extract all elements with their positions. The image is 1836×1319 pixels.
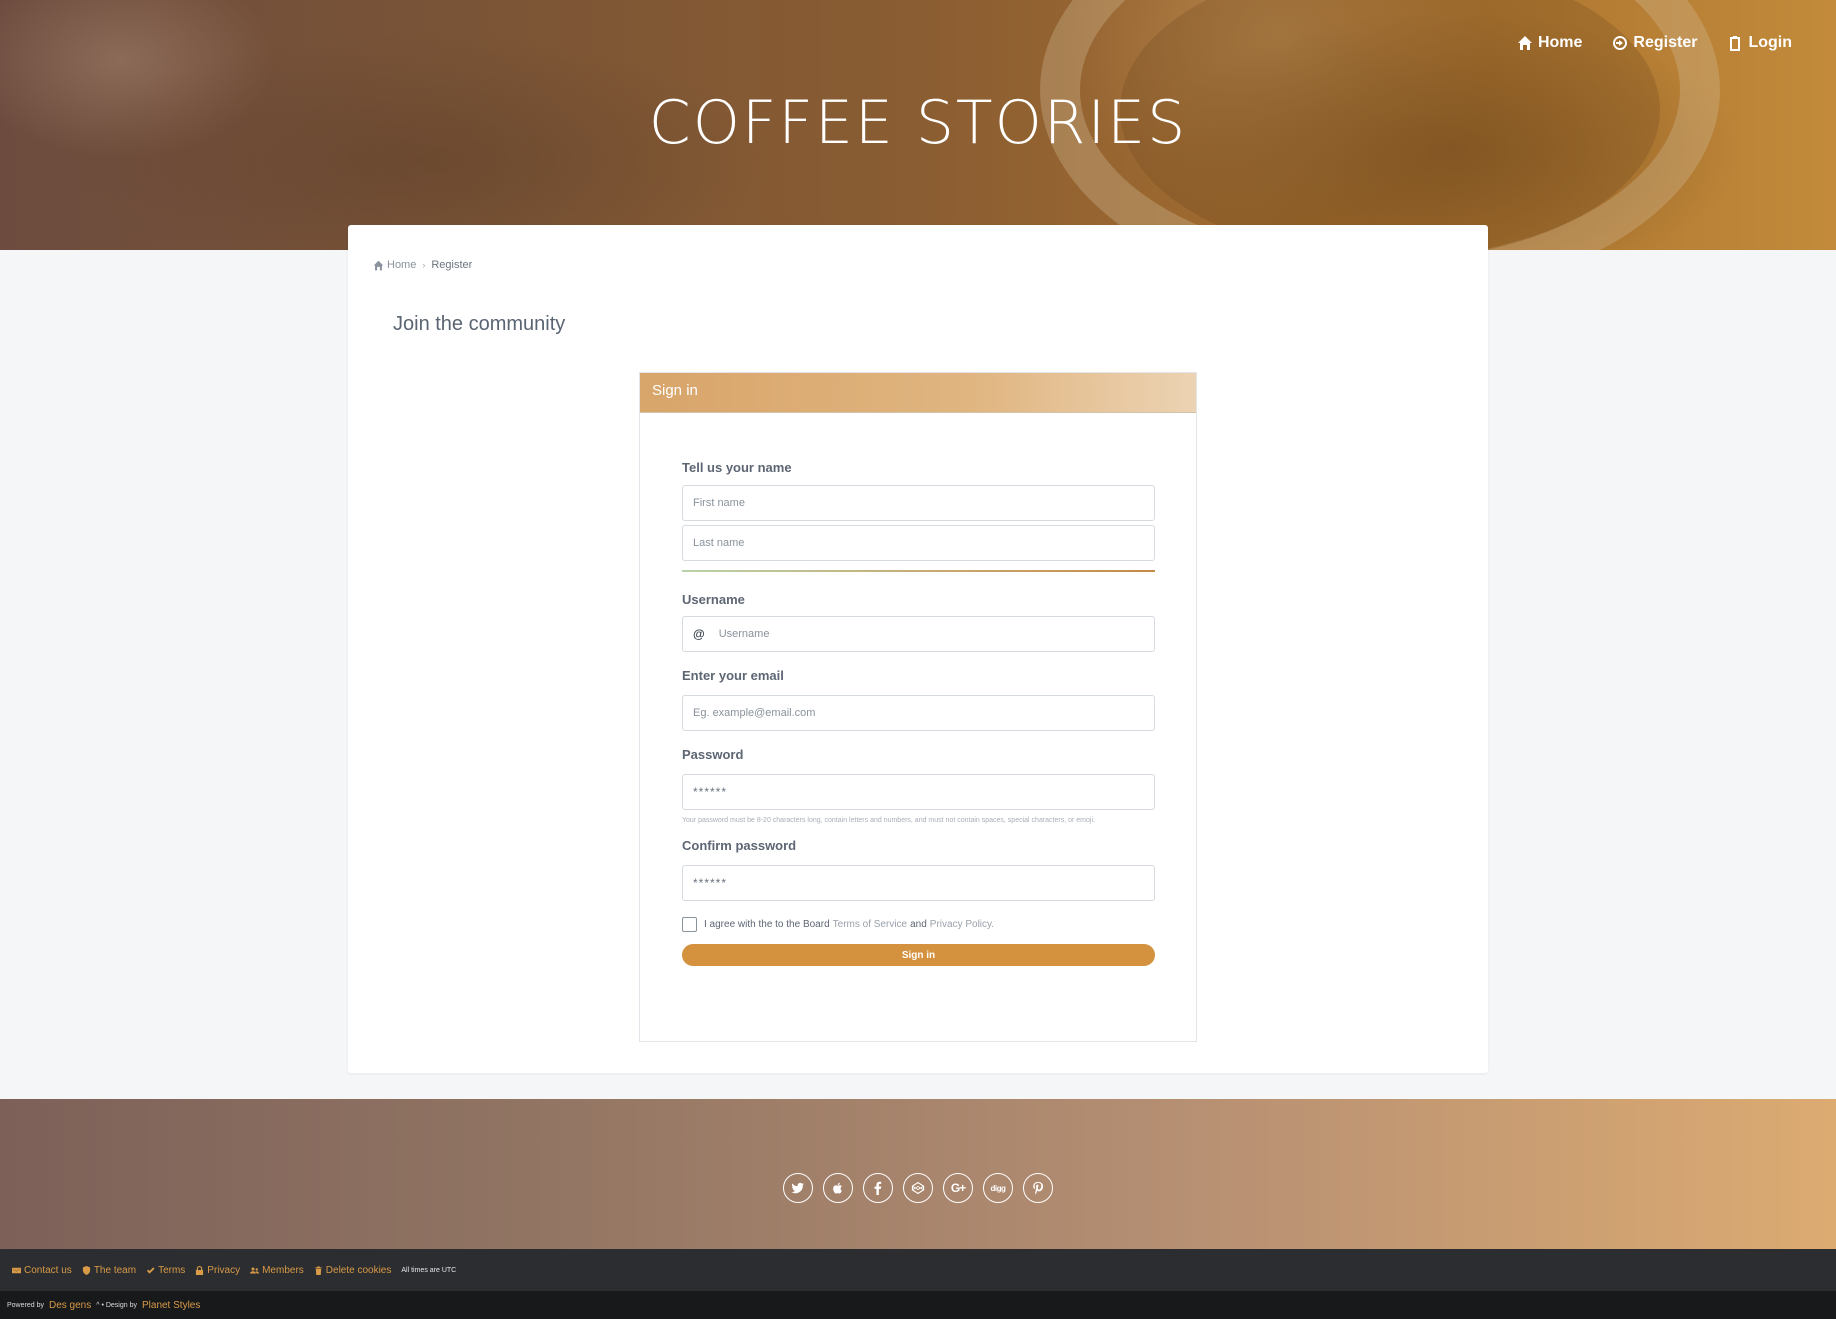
card-header: Sign in (640, 373, 1196, 413)
breadcrumb: Home › Register (373, 259, 472, 271)
timezone-note: All times are UTC (401, 1266, 457, 1274)
confirm-password-label: Confirm password (682, 838, 797, 853)
powered-by-text: Powered by (7, 1301, 44, 1309)
at-icon: @ (693, 627, 705, 641)
name-label: Tell us your name (682, 460, 792, 475)
credits-bar: Powered by Des gens ^ • Design by Planet… (0, 1291, 1836, 1319)
breadcrumb-current[interactable]: Register (431, 259, 472, 271)
email-input[interactable]: Eg. example@email.com (682, 695, 1155, 731)
delete-cookies-link[interactable]: Delete cookies (314, 1264, 392, 1276)
register-form: Tell us your name First name Last name U… (682, 460, 1155, 966)
nav-register-label: Register (1633, 34, 1698, 51)
contact-us-link[interactable]: Contact us (12, 1265, 72, 1276)
shield-icon (82, 1265, 90, 1275)
powered-by-link[interactable]: Des gens (49, 1300, 91, 1311)
nav-login-link[interactable]: Login (1727, 34, 1792, 52)
trash-icon (315, 1265, 322, 1275)
username-input[interactable]: @ Username (682, 616, 1155, 652)
contact-us-label: Contact us (24, 1264, 72, 1276)
terms-link-footer[interactable]: Terms (146, 1265, 185, 1276)
facebook-icon[interactable] (863, 1173, 893, 1203)
main-panel: Home › Register Join the community Sign … (348, 225, 1488, 1073)
password-hint: Your password must be 8-20 characters lo… (682, 817, 1095, 824)
design-by-link[interactable]: Planet Styles (142, 1300, 200, 1311)
last-name-input[interactable]: Last name (682, 525, 1155, 561)
members-label: Members (262, 1264, 304, 1276)
the-team-label: The team (93, 1264, 137, 1276)
section-divider (682, 570, 1155, 572)
confirm-password-input[interactable]: ****** (682, 865, 1155, 901)
username-label: Username (682, 592, 745, 607)
agree-checkbox[interactable] (682, 917, 697, 932)
breadcrumb-home-link[interactable]: Home (373, 259, 416, 271)
lock-icon (196, 1265, 204, 1275)
apple-icon[interactable] (823, 1173, 853, 1203)
terms-agreement: I agree with the to the Board Terms of S… (682, 917, 1155, 932)
agree-and-text: and (910, 919, 927, 930)
circle-arrow-icon (1613, 36, 1628, 50)
sign-in-button[interactable]: Sign in (682, 944, 1155, 966)
home-icon (373, 260, 384, 270)
users-icon (250, 1267, 260, 1273)
privacy-label: Privacy (207, 1264, 241, 1276)
google-plus-icon[interactable]: G+ (943, 1173, 973, 1203)
home-icon (1517, 36, 1532, 50)
check-icon (146, 1266, 155, 1274)
design-by-text: ^ • Design by (96, 1301, 137, 1309)
pinterest-icon[interactable] (1023, 1173, 1053, 1203)
twitter-icon[interactable] (783, 1173, 813, 1203)
password-input[interactable]: ****** (682, 774, 1155, 810)
top-nav: Home Register Login (1517, 34, 1792, 52)
digg-icon[interactable]: digg (983, 1173, 1013, 1203)
email-label: Enter your email (682, 668, 784, 683)
privacy-link-footer[interactable]: Privacy (195, 1265, 240, 1276)
terms-label: Terms (158, 1264, 186, 1276)
codepen-icon[interactable] (903, 1173, 933, 1203)
terms-link[interactable]: Terms of Service (833, 919, 907, 930)
the-team-link[interactable]: The team (82, 1265, 136, 1276)
delete-cookies-label: Delete cookies (325, 1264, 392, 1276)
nav-register-link[interactable]: Register (1612, 34, 1697, 52)
clipboard-icon (1730, 36, 1741, 51)
header-banner: COFFEE STORIES Home Register Login (0, 0, 1836, 250)
nav-home-label: Home (1537, 34, 1583, 51)
register-card: Sign in Tell us your name First name Las… (639, 372, 1197, 1042)
password-label: Password (682, 747, 744, 762)
social-links: G+ digg (0, 1173, 1836, 1203)
members-link[interactable]: Members (250, 1265, 304, 1276)
footer-links-bar: Contact us The team Terms Privacy Member… (0, 1249, 1836, 1291)
breadcrumb-separator: › (422, 260, 426, 270)
nav-home-link[interactable]: Home (1517, 34, 1582, 52)
agree-text: I agree with the to the Board (704, 919, 830, 930)
site-title: COFFEE STORIES (648, 88, 1188, 158)
footer-banner: G+ digg (0, 1099, 1836, 1249)
privacy-link[interactable]: Privacy Policy. (930, 919, 994, 930)
first-name-input[interactable]: First name (682, 485, 1155, 521)
envelope-icon (12, 1267, 21, 1273)
nav-login-label: Login (1748, 34, 1792, 51)
page-title: Join the community (393, 313, 566, 335)
username-placeholder: Username (718, 628, 770, 640)
breadcrumb-home-label: Home (387, 259, 417, 271)
